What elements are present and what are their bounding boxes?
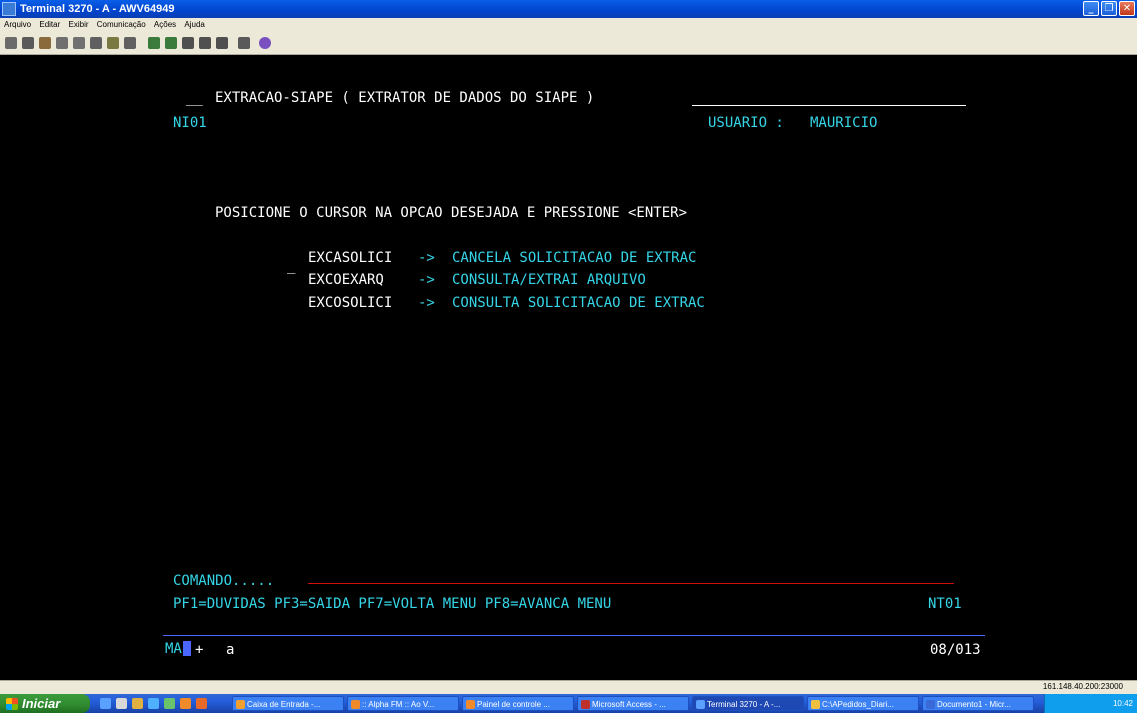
option-description[interactable]: CANCELA SOLICITACAO DE EXTRAC [452, 250, 696, 266]
menu-arquivo[interactable]: Arquivo [4, 20, 31, 29]
instruction-text: POSICIONE O CURSOR NA OPCAO DESEJADA E P… [215, 205, 688, 221]
firefox-icon[interactable] [180, 698, 191, 709]
menu-exibir[interactable]: Exibir [69, 20, 89, 29]
ie-icon[interactable] [100, 698, 111, 709]
option-arrow: -> [418, 250, 435, 266]
browser-icon[interactable] [148, 698, 159, 709]
oia-plus: + [195, 642, 204, 658]
minimize-button[interactable]: _ [1083, 1, 1099, 16]
task-inbox[interactable]: Caixa de Entrada -... [232, 696, 344, 711]
close-button[interactable]: ✕ [1119, 1, 1135, 16]
option-description[interactable]: CONSULTA SOLICITACAO DE EXTRAC [452, 295, 705, 311]
window-title: Terminal 3270 - A - AWV64949 [20, 3, 175, 15]
host-address: 161.148.40.200:23000 [1042, 682, 1123, 691]
send-file-icon[interactable] [182, 37, 194, 49]
keyboard-icon[interactable] [124, 37, 136, 49]
command-input[interactable] [308, 583, 954, 584]
messenger-icon[interactable] [164, 698, 175, 709]
task-folder[interactable]: C:\APedidos_Diari... [807, 696, 919, 711]
terminal-screen[interactable]: __ EXTRACAO-SIAPE ( EXTRATOR DE DADOS DO… [0, 55, 1137, 680]
status-bar: 161.148.40.200:23000 [0, 680, 1137, 694]
settings-icon[interactable] [107, 37, 119, 49]
macro-record-icon[interactable] [148, 37, 160, 49]
desktop-icon[interactable] [116, 698, 127, 709]
task-word[interactable]: Documento1 - Micr... [922, 696, 1034, 711]
screen-title: EXTRACAO-SIAPE ( EXTRATOR DE DADOS DO SI… [215, 90, 595, 106]
paste-icon[interactable] [73, 37, 85, 49]
windows-logo-icon [6, 698, 18, 710]
option-code[interactable]: EXCOSOLICI [308, 295, 392, 311]
task-alpha-fm[interactable]: :: Alpha FM :: Ao V... [347, 696, 459, 711]
connect-icon[interactable] [5, 37, 17, 49]
oia-separator [163, 635, 985, 636]
command-label: COMANDO..... [173, 573, 275, 589]
display-icon[interactable] [216, 37, 228, 49]
task-access[interactable]: Microsoft Access - ... [577, 696, 689, 711]
cursor-position: 08/013 [930, 642, 981, 658]
pf-keys-legend: PF1=DUVIDAS PF3=SAIDA PF7=VOLTA MENU PF8… [173, 596, 612, 612]
option-code[interactable]: EXCOEXARQ [308, 272, 384, 288]
option-arrow: -> [418, 272, 435, 288]
menu-comunicacao[interactable]: Comunicação [97, 20, 146, 29]
menu-editar[interactable]: Editar [39, 20, 60, 29]
menu-ajuda[interactable]: Ajuda [184, 20, 204, 29]
print-icon[interactable] [90, 37, 102, 49]
oia-input-indicator: a [226, 642, 235, 658]
system-tray: 10:42 [1044, 694, 1137, 713]
user-name: MAURICIO [810, 115, 878, 131]
header-prefix: __ [186, 90, 203, 106]
start-label: Iniciar [22, 696, 61, 711]
menu-acoes[interactable]: Ações [154, 20, 176, 29]
taskbar: Iniciar Caixa de Entrada -... :: Alpha F… [0, 694, 1137, 713]
outlook-icon[interactable] [132, 698, 143, 709]
restore-button[interactable]: ❐ [1101, 1, 1117, 16]
app-icon[interactable] [196, 698, 207, 709]
option-description[interactable]: CONSULTA/EXTRAI ARQUIVO [452, 272, 646, 288]
receive-file-icon[interactable] [199, 37, 211, 49]
clock: 10:42 [1112, 699, 1133, 708]
option-code[interactable]: EXCASOLICI [308, 250, 392, 266]
task-terminal[interactable]: Terminal 3270 - A -... [692, 696, 804, 711]
macro-play-icon[interactable] [165, 37, 177, 49]
help-icon[interactable] [259, 37, 271, 49]
transfer-icon[interactable] [39, 37, 51, 49]
menu-bar: Arquivo Editar Exibir Comunicação Ações … [0, 18, 1137, 32]
user-label: USUARIO : [708, 115, 784, 131]
disconnect-icon[interactable] [22, 37, 34, 49]
task-control-panel[interactable]: Painel de controle ... [462, 696, 574, 711]
toolbar [0, 32, 1137, 55]
color-icon[interactable] [238, 37, 250, 49]
copy-icon[interactable] [56, 37, 68, 49]
terminal-id: NT01 [928, 596, 962, 612]
oia-cursor-block [183, 641, 191, 656]
option-cursor[interactable]: _ [287, 258, 295, 274]
option-arrow: -> [418, 295, 435, 311]
header-underline [692, 105, 966, 106]
oia-mode: MA [165, 641, 182, 657]
terminal-app-icon [2, 2, 16, 16]
title-bar: Terminal 3270 - A - AWV64949 _ ❐ ✕ [0, 0, 1137, 18]
start-button[interactable]: Iniciar [0, 694, 90, 713]
screen-id: NI01 [173, 115, 207, 131]
